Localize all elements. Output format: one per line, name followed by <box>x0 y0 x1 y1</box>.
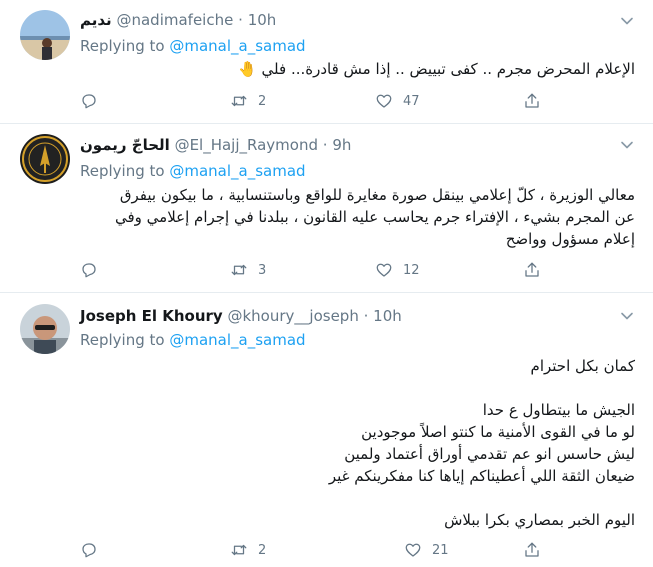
replying-to-label: Replying to <box>80 331 165 349</box>
separator-dot: · <box>363 307 369 325</box>
user-handle[interactable]: @nadimafeiche <box>116 11 233 29</box>
mention-link[interactable]: @manal_a_samad <box>169 37 305 55</box>
share-button[interactable] <box>523 540 541 560</box>
share-icon <box>525 542 539 557</box>
avatar[interactable] <box>20 134 70 184</box>
tweet-actions: 3 12 <box>80 260 550 280</box>
retweet-count: 3 <box>258 262 267 278</box>
tweet-actions: 2 21 <box>80 540 550 560</box>
tweet-text-line: ضيعان الثقة اللي أعطيناكم إياها كنا مفكر… <box>328 467 635 485</box>
user-handle[interactable]: @El_Hajj_Raymond <box>175 136 318 154</box>
tweet-text: معالي الوزيرة ، كلّ إعلامي بينقل صورة مغ… <box>80 184 635 250</box>
tweet-text-line <box>80 377 635 399</box>
tweet-text-line: معالي الوزيرة ، كلّ إعلامي بينقل صورة مغ… <box>119 186 635 204</box>
mention-link[interactable]: @manal_a_samad <box>169 331 305 349</box>
tweet-header: Joseph El Khoury @khoury__joseph · 10h <box>80 306 402 326</box>
retweet-icon <box>231 264 247 276</box>
timestamp[interactable]: 10h <box>373 307 402 325</box>
share-button[interactable] <box>523 91 541 111</box>
like-button[interactable]: 21 <box>404 540 449 560</box>
heart-icon <box>376 94 392 108</box>
reply-icon <box>82 263 96 278</box>
heart-icon <box>405 543 421 557</box>
display-name[interactable]: نديم <box>80 11 112 29</box>
tweet-text-line: الجيش ما بيتطاول ع حدا <box>482 401 635 419</box>
avatar[interactable] <box>20 10 70 60</box>
reply-button[interactable] <box>80 540 108 560</box>
tweet-text-line: إعلام مسؤول وواضح <box>505 230 635 248</box>
like-count: 47 <box>403 93 420 109</box>
like-button[interactable]: 47 <box>375 91 420 111</box>
display-name[interactable]: الحاجّ ريمون <box>80 136 170 154</box>
retweet-button[interactable]: 2 <box>230 540 266 560</box>
tweet-header: نديم @nadimafeiche · 10h <box>80 10 276 30</box>
tweet-3[interactable]: Joseph El Khoury @khoury__joseph · 10h R… <box>0 293 653 567</box>
replying-to: Replying to @manal_a_samad <box>80 330 306 350</box>
replying-to: Replying to @manal_a_samad <box>80 161 306 181</box>
timestamp[interactable]: 9h <box>332 136 351 154</box>
like-count: 12 <box>403 262 420 278</box>
tweet-text-line: ليش حاسس انو عم تقدمي أوراق أعتماد ولمين <box>344 445 635 463</box>
retweet-button[interactable]: 2 <box>230 91 266 111</box>
chevron-down-icon[interactable] <box>620 138 634 152</box>
separator-dot: · <box>238 11 243 29</box>
reply-icon <box>82 94 96 109</box>
share-button[interactable] <box>523 260 541 280</box>
heart-icon <box>376 263 392 277</box>
tweet-text: الإعلام المحرض مجرم .. كفى تبييض .. إذا … <box>80 58 635 80</box>
reply-button[interactable] <box>80 91 108 111</box>
tweet-text-line <box>80 487 635 509</box>
tweet-text-line: كمان بكل احترام <box>530 357 635 375</box>
share-icon <box>525 262 539 277</box>
reply-icon <box>82 543 96 558</box>
like-button[interactable]: 12 <box>375 260 420 280</box>
tweet-2[interactable]: الحاجّ ريمون @El_Hajj_Raymond · 9h Reply… <box>0 124 653 292</box>
share-icon <box>525 93 539 108</box>
tweet-1[interactable]: نديم @nadimafeiche · 10h Replying to @ma… <box>0 0 653 123</box>
mention-link[interactable]: @manal_a_samad <box>169 162 305 180</box>
chevron-down-icon[interactable] <box>620 14 634 28</box>
retweet-icon <box>231 95 247 107</box>
retweet-count: 2 <box>258 542 267 558</box>
retweet-count: 2 <box>258 93 267 109</box>
chevron-down-icon[interactable] <box>620 309 634 323</box>
tweet-text-line: لو ما في القوى الأمنية ما كنتو اصلاً موج… <box>361 423 635 441</box>
avatar[interactable] <box>20 304 70 354</box>
user-handle[interactable]: @khoury__joseph <box>227 307 358 325</box>
tweet-text-line: الإعلام المحرض مجرم .. كفى تبييض .. إذا … <box>238 60 635 78</box>
replying-to: Replying to @manal_a_samad <box>80 36 306 56</box>
like-count: 21 <box>432 542 449 558</box>
separator-dot: · <box>322 136 328 154</box>
replying-to-label: Replying to <box>80 37 165 55</box>
display-name[interactable]: Joseph El Khoury <box>80 307 223 325</box>
tweet-text: كمان بكل احترام الجيش ما بيتطاول ع حدا ل… <box>80 355 635 531</box>
retweet-button[interactable]: 3 <box>230 260 266 280</box>
tweet-text-line: عن المجرم بشيء ، الإفتراء جرم يحاسب عليه… <box>114 208 635 226</box>
tweet-actions: 2 47 <box>80 91 550 111</box>
tweet-text-line: اليوم الخبر بمصاري بكرا ببلاش <box>444 511 635 529</box>
replying-to-label: Replying to <box>80 162 165 180</box>
reply-button[interactable] <box>80 260 108 280</box>
tweet-header: الحاجّ ريمون @El_Hajj_Raymond · 9h <box>80 135 351 155</box>
retweet-icon <box>231 544 247 556</box>
timestamp[interactable]: 10h <box>248 11 277 29</box>
